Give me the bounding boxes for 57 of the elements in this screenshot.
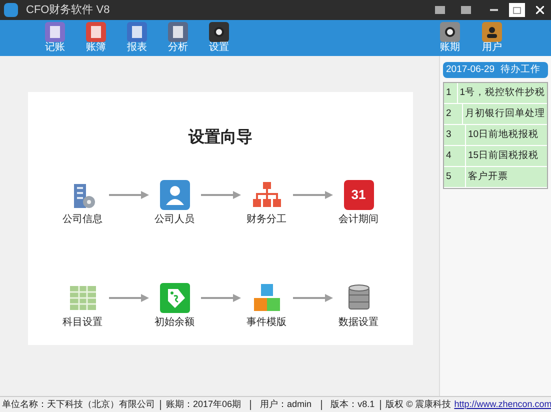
table-cell: 5 <box>444 167 466 187</box>
wizard-title: 设置向导 <box>188 128 252 148</box>
document-icon <box>168 22 188 42</box>
table-cell: 3 <box>444 125 466 145</box>
table-icon <box>68 283 98 313</box>
wizard-step[interactable]: 数据设置 <box>334 283 384 330</box>
toolbar-button[interactable]: 账期 <box>435 22 465 54</box>
user: 用户：admin <box>260 398 312 411</box>
document-icon <box>86 22 106 42</box>
table-cell: 4 <box>444 146 466 166</box>
wizard-step[interactable]: 科目设置 <box>58 283 108 330</box>
table-cell-text: 客户开票 <box>467 170 509 184</box>
blocks-icon <box>252 283 282 313</box>
arrow-icon <box>200 191 240 199</box>
toolbar-button[interactable]: 账簿 <box>81 22 111 54</box>
arrow-icon <box>108 294 148 302</box>
arrow-icon <box>292 191 332 199</box>
table-cell: 2 <box>444 104 463 124</box>
table-cell-text: 月初银行回单处理 <box>464 106 546 121</box>
company-name: 单位名称：天下科技（北京）有限公司 <box>2 398 155 411</box>
wizard-step[interactable]: 财务分工 <box>242 180 292 227</box>
wizard-step[interactable]: 事件模版 <box>242 283 292 330</box>
wizard-step[interactable]: 公司信息 <box>58 180 108 227</box>
maximize-button[interactable] <box>509 3 525 17</box>
arrow-icon <box>108 191 148 199</box>
document-icon <box>127 22 147 42</box>
wizard-step[interactable]: 31 会计期间 <box>334 180 384 227</box>
close-button[interactable] <box>533 3 547 17</box>
price-tag-icon <box>160 283 190 313</box>
user-icon <box>482 22 502 42</box>
period: 账期：2017年06期 <box>166 398 242 411</box>
toolbar-button[interactable]: 用户 <box>477 22 507 54</box>
app-icon <box>4 3 18 17</box>
toolbar-button[interactable]: 分析 <box>163 22 193 54</box>
wizard-step[interactable]: 初始余额 <box>150 283 200 330</box>
gear-icon <box>209 22 229 42</box>
table-cell: 1 <box>444 83 458 103</box>
person-icon <box>160 180 190 210</box>
org-chart-icon <box>252 180 282 210</box>
todo-title: 待办工作 <box>500 62 541 77</box>
arrow-icon <box>200 294 240 302</box>
copyright: 版权 © 震康科技 <box>386 398 452 411</box>
table-cell-text: 15日前国税报税 <box>467 148 540 163</box>
version: 版本：v8.1 <box>330 398 375 411</box>
gear-icon <box>440 22 460 42</box>
toolbar-button[interactable]: 报表 <box>122 22 152 54</box>
calendar-icon: 31 <box>344 180 374 210</box>
arrow-icon <box>292 294 332 302</box>
toolbar-button[interactable]: 记账 <box>40 22 70 54</box>
todo-date: 2017-06-29 <box>446 62 495 77</box>
wizard-step[interactable]: 公司人员 <box>150 180 200 227</box>
table-cell-text: 1号，税控软件抄税 <box>458 86 546 100</box>
website-link[interactable]: http://www.zhencon.com <box>454 398 551 412</box>
window-title: CFO财务软件 V8 <box>26 2 110 18</box>
table-cell-text: 10日前地税报税 <box>467 128 540 142</box>
toolbar-button[interactable]: 设置 <box>204 22 234 54</box>
document-icon <box>45 22 65 42</box>
